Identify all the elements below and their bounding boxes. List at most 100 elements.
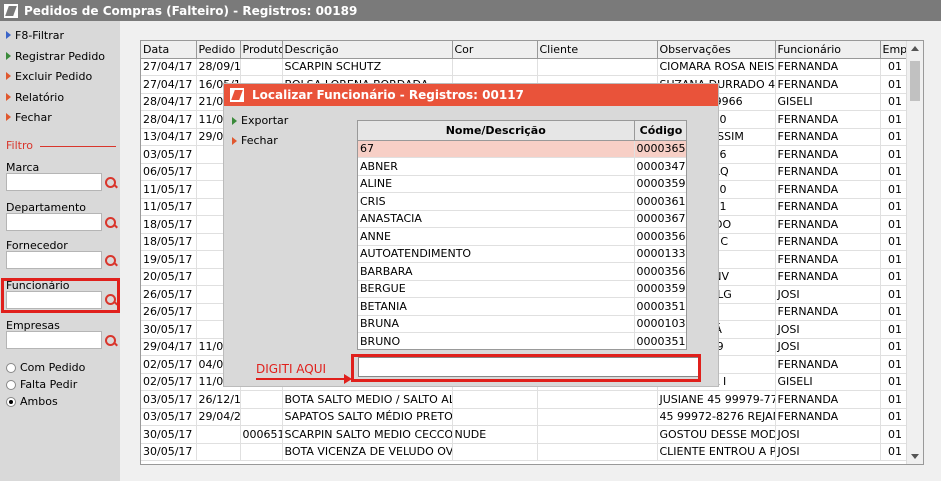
- scroll-thumb[interactable]: [910, 61, 920, 101]
- search-icon[interactable]: [104, 334, 118, 348]
- column-header[interactable]: Observações: [657, 41, 776, 59]
- companies-input[interactable]: [6, 331, 102, 349]
- column-header[interactable]: Cor: [452, 41, 538, 59]
- table-cell: [196, 443, 241, 461]
- annotation-arrow: [256, 378, 346, 380]
- table-cell: [240, 390, 283, 409]
- window-title: Pedidos de Compras (Falteiro) - Registro…: [24, 3, 358, 18]
- list-item[interactable]: BERGUE 00003592: [358, 280, 686, 298]
- list-item[interactable]: AUTOATENDIMENTO 00001339: [358, 245, 686, 263]
- table-cell: 01: [880, 268, 909, 286]
- radio-falta-pedir[interactable]: Falta Pedir: [6, 378, 77, 391]
- list-item[interactable]: CRIS 00003613: [358, 192, 686, 211]
- table-cell: 28/09/17: [196, 58, 241, 76]
- list-cell: ANASTACIA: [358, 210, 635, 228]
- table-cell: [537, 425, 658, 444]
- table-cell: [452, 408, 538, 426]
- delete-order-button[interactable]: Excluir Pedido: [6, 68, 92, 84]
- table-cell: 01: [880, 180, 909, 199]
- scroll-down-icon[interactable]: [911, 454, 919, 459]
- column-header[interactable]: Cliente: [537, 41, 658, 59]
- table-cell: SAPATOS SALTO MÉDIO PRETO E E: [282, 408, 453, 426]
- list-item[interactable]: BRUNO 00003512: [358, 332, 686, 349]
- table-row[interactable]: 30/05/17 000651SCARPIN SALTO MEDIO CECCON…: [141, 425, 909, 444]
- table-row[interactable]: 30/05/17 BOTA VICENZA DE VELUDO OVER CLIEN…: [141, 443, 909, 461]
- search-icon[interactable]: [104, 216, 118, 230]
- column-header[interactable]: Descrição: [282, 41, 453, 59]
- table-cell: JOSI: [775, 443, 881, 461]
- table-cell: FERNANDA: [775, 110, 881, 129]
- list-item[interactable]: ALINE 00003596: [358, 175, 686, 193]
- column-header[interactable]: Código: [634, 121, 686, 141]
- table-cell: 26/05/17: [141, 285, 197, 304]
- table-cell: FERNANDA: [775, 408, 881, 426]
- table-cell: [240, 408, 283, 426]
- list-item[interactable]: ANNE 00003565: [358, 227, 686, 246]
- list-item[interactable]: BARBARA 00003563: [358, 262, 686, 281]
- table-cell: FERNANDA: [775, 233, 881, 251]
- list-header-row: Nome/Descrição Código: [358, 121, 686, 141]
- close-button[interactable]: Fechar: [6, 109, 52, 125]
- list-item[interactable]: ANASTACIA 00003675: [358, 210, 686, 228]
- search-icon[interactable]: [104, 254, 118, 268]
- table-cell: 01: [880, 128, 909, 146]
- table-cell: GOSTOU DESSE MODE: [657, 425, 776, 444]
- table-cell: 01: [880, 233, 909, 251]
- table-cell: SCARPIN SALTO MEDIO CECCONEL: [282, 425, 453, 444]
- radio-ambos[interactable]: Ambos: [6, 395, 58, 408]
- list-cell: ANNE: [358, 227, 635, 246]
- table-cell: 01: [880, 425, 909, 444]
- dialog-titlebar: Localizar Funcionário - Registros: 00117: [224, 84, 718, 106]
- report-button[interactable]: Relatório: [6, 89, 64, 105]
- column-header[interactable]: Pedido: [196, 41, 241, 59]
- column-header[interactable]: Nome/Descrição: [358, 121, 635, 141]
- column-header[interactable]: Data: [141, 41, 197, 59]
- list-cell: 00001035: [634, 315, 686, 333]
- table-cell: 01: [880, 355, 909, 374]
- table-cell: 01: [880, 250, 909, 269]
- column-header[interactable]: Funcionário: [775, 41, 881, 59]
- table-cell: 27/04/17: [141, 58, 197, 76]
- list-item[interactable]: ABNER 00003476: [358, 157, 686, 176]
- table-row[interactable]: 27/04/1728/09/17 SCARPIN SCHUTZ CIOMARA RO…: [141, 58, 909, 76]
- table-cell: 01: [880, 338, 909, 356]
- table-cell: 000651: [240, 425, 283, 444]
- radio-com-pedido[interactable]: Com Pedido: [6, 361, 85, 374]
- table-cell: 20/05/17: [141, 268, 197, 286]
- app-logo-icon: [4, 3, 18, 18]
- search-icon[interactable]: [104, 176, 118, 190]
- vertical-scrollbar[interactable]: [906, 41, 923, 464]
- list-cell: 00003596: [634, 175, 686, 193]
- table-cell: 01: [880, 303, 909, 321]
- scroll-up-icon[interactable]: [911, 46, 919, 51]
- table-cell: 01: [880, 75, 909, 94]
- export-button[interactable]: Exportar: [232, 114, 288, 127]
- table-cell: JOSI: [775, 320, 881, 339]
- list-item[interactable]: BRUNA 00001035: [358, 315, 686, 333]
- table-cell: 03/05/17: [141, 145, 197, 164]
- f8-filter-button[interactable]: F8-Filtrar: [6, 27, 64, 43]
- supplier-input[interactable]: [6, 251, 102, 269]
- column-header[interactable]: Emp: [880, 41, 909, 59]
- register-order-button[interactable]: Registrar Pedido: [6, 48, 105, 64]
- employee-list[interactable]: Nome/Descrição Código 67 00003653 ABNER 000…: [357, 120, 687, 350]
- table-cell: FERNANDA: [775, 355, 881, 374]
- table-cell: CIOMARA ROSA NEIS 45: [657, 58, 776, 76]
- list-cell: 00003512: [634, 332, 686, 349]
- table-row[interactable]: 03/05/1726/12/19 BOTA SALTO MEDIO / SALTO…: [141, 390, 909, 409]
- divider: [40, 146, 116, 147]
- table-cell: 30/05/17: [141, 320, 197, 339]
- dialog-title: Localizar Funcionário - Registros: 00117: [252, 88, 524, 102]
- list-cell: 00003653: [634, 140, 686, 158]
- brand-input[interactable]: [6, 173, 102, 191]
- table-cell: 01: [880, 145, 909, 164]
- list-cell: ALINE: [358, 175, 635, 193]
- list-item[interactable]: 67 00003653: [358, 140, 686, 158]
- table-row[interactable]: 03/05/1729/04/20 SAPATOS SALTO MÉDIO PRET…: [141, 408, 909, 426]
- column-header[interactable]: Produto: [240, 41, 283, 59]
- arrow-icon: [6, 93, 11, 101]
- table-cell: 01: [880, 163, 909, 181]
- list-item[interactable]: BETANIA 00003511: [358, 297, 686, 316]
- department-input[interactable]: [6, 213, 102, 231]
- dialog-close-button[interactable]: Fechar: [232, 134, 278, 147]
